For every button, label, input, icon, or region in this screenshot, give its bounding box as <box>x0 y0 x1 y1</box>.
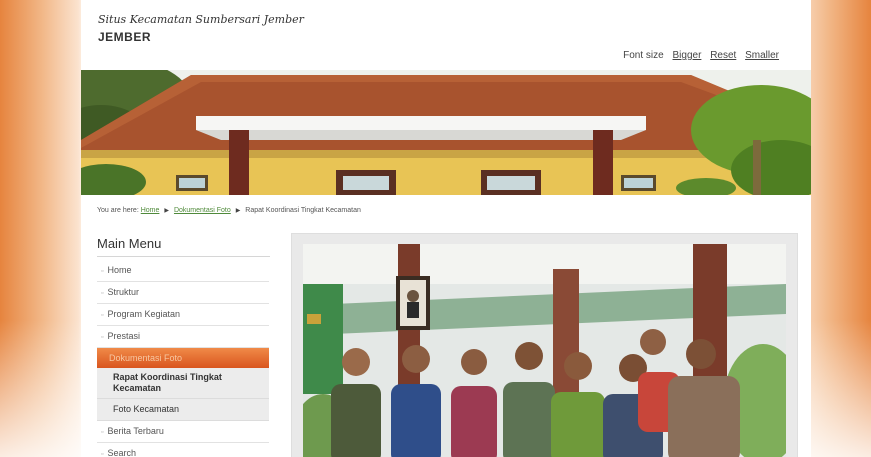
menu-item-home[interactable]: ▫ Home <box>97 260 269 282</box>
breadcrumb-home-link[interactable]: Home <box>141 207 160 214</box>
breadcrumb-current: Rapat Koordinasi Tingkat Kecamatan <box>245 207 361 214</box>
group-photo-image[interactable] <box>303 244 786 457</box>
submenu-item-foto-kecamatan[interactable]: Foto Kecamatan <box>97 399 269 421</box>
header-banner-image <box>81 70 811 195</box>
bullet-icon: ▫ <box>101 334 104 341</box>
menu-item-search[interactable]: ▫ Search <box>97 443 269 457</box>
menu-item-struktur[interactable]: ▫ Struktur <box>97 282 269 304</box>
bullet-icon: ▫ <box>101 451 104 457</box>
bullet-icon: ▫ <box>101 290 104 297</box>
site-tagline: Situs Kecamatan Sumbersari Jember <box>98 13 304 26</box>
menu-item-label: Search <box>107 448 137 457</box>
bullet-icon: ▫ <box>101 268 104 275</box>
font-size-controls: Font size Bigger Reset Smaller <box>623 50 779 61</box>
bullet-icon: ▫ <box>101 429 104 436</box>
menu-item-label: Berita Terbaru <box>107 426 164 436</box>
breadcrumb-dokumentasi-link[interactable]: Dokumentasi Foto <box>174 207 231 214</box>
font-smaller-link[interactable]: Smaller <box>745 50 779 61</box>
menu-item-berita-terbaru[interactable]: ▫ Berita Terbaru <box>97 421 269 443</box>
site-name: JEMBER <box>98 30 152 44</box>
submenu-item-label: Rapat Koordinasi Tingkat Kecamatan <box>113 372 222 393</box>
font-reset-link[interactable]: Reset <box>710 50 736 61</box>
breadcrumb-prefix: You are here: <box>97 207 139 214</box>
menu-item-label: Program Kegiatan <box>107 309 181 319</box>
submenu-item-label: Foto Kecamatan <box>113 404 180 414</box>
menu-item-program-kegiatan[interactable]: ▫ Program Kegiatan <box>97 304 269 326</box>
content-area <box>291 233 798 457</box>
page-container: Situs Kecamatan Sumbersari Jember JEMBER… <box>81 0 811 457</box>
menu-item-dokumentasi-foto[interactable]: Dokumentasi Foto <box>97 348 269 368</box>
submenu-item-rapat-koordinasi[interactable]: Rapat Koordinasi Tingkat Kecamatan <box>97 368 269 399</box>
menu-item-label: Home <box>107 265 132 275</box>
menu-item-label: Prestasi <box>107 331 140 341</box>
main-menu: ▫ Home ▫ Struktur ▫ Program Kegiatan ▫ Prest… <box>97 260 269 457</box>
menu-item-prestasi[interactable]: ▫ Prestasi <box>97 326 269 348</box>
menu-item-label: Dokumentasi Foto <box>109 353 183 363</box>
breadcrumb-arrow-icon: ▶ <box>235 208 241 214</box>
breadcrumb-arrow-icon: ▶ <box>164 208 169 214</box>
bullet-icon: ▫ <box>101 312 104 319</box>
font-size-label: Font size <box>623 50 664 61</box>
breadcrumb: You are here: Home ▶ Dokumentasi Foto ▶ … <box>97 207 361 214</box>
font-bigger-link[interactable]: Bigger <box>673 50 702 61</box>
menu-item-label: Struktur <box>107 287 139 297</box>
main-menu-title: Main Menu <box>97 236 270 257</box>
